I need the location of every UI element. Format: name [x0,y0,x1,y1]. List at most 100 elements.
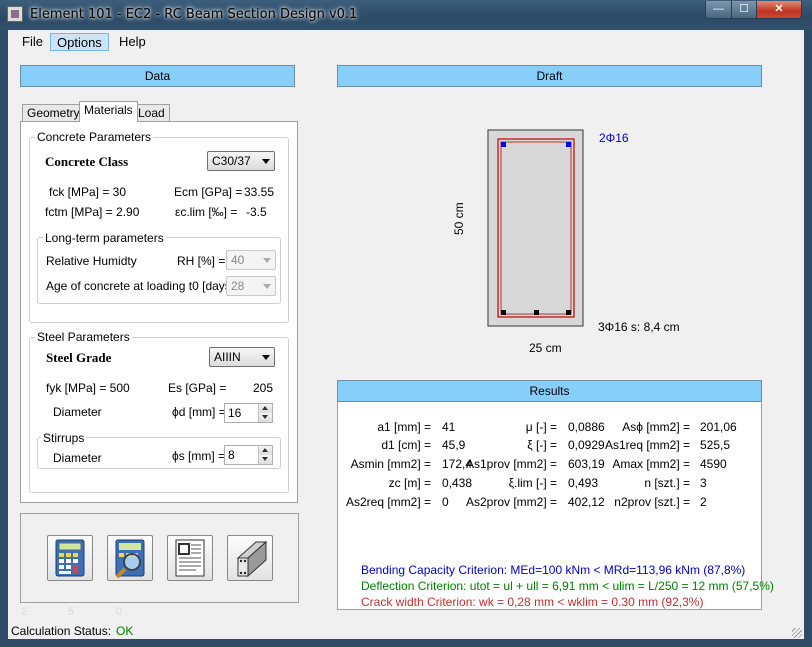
result-value: 525,5 [700,438,731,452]
stirrups-group-label: Stirrups [41,431,87,445]
concrete-group-label: Concrete Parameters [35,130,154,144]
tab-geometry[interactable]: Geometry [22,104,85,122]
steel-group-label: Steel Parameters [35,330,132,344]
fyk-value: fyk [MPa] = 500 [46,381,130,395]
window-title: Element 101 - EC2 - RC Beam Section Desi… [30,7,358,22]
phid-label: ϕd [mm] = [172,405,226,419]
maximize-button[interactable]: ☐ [731,1,757,19]
menu-options[interactable]: Options [50,33,109,51]
es-label: Es [GPa] = [168,381,227,395]
result-label: As2prov [mm2] = [465,495,557,509]
result-value: 402,12 [568,495,605,509]
crack-criterion: Crack width Criterion: wk = 0,28 mm < wk… [361,595,704,609]
inspect-button[interactable] [107,535,153,581]
ecm-label: Ecm [GPa] = [174,185,243,199]
steel-grade-select[interactable]: AIIIN [209,347,275,367]
bottom-rebar [534,310,539,315]
steel-grade-label: Steel Grade [46,350,112,365]
eclim-label: εc.lim [‰] = [175,205,238,219]
top-rebar [566,142,571,147]
result-label: ξ [-] = [527,438,557,452]
result-label: a1 [mm] = [377,420,431,434]
fctm-value: fctm [MPa] = 2.90 [45,205,140,219]
fck-value: fck [MPa] = 30 [49,185,127,199]
result-label: d1 [cm] = [381,438,431,452]
result-label: zc [m] = [388,476,431,490]
top-bars-label: 2Φ16 [599,131,629,145]
result-value: 0,0886 [568,420,605,434]
result-label: ξ.lim [-] = [508,476,557,490]
status-value: OK [116,624,134,638]
section-draft [487,129,584,327]
age-label: Age of concrete at loading t0 [days] = [46,279,245,293]
ghost-number: 2 [21,606,28,618]
result-label: As2req [mm2] = [345,495,431,509]
tab-load[interactable]: Load [133,104,170,122]
result-label: As1req [mm2] = [604,438,690,452]
calculator-icon [55,539,85,577]
menu-file[interactable]: File [16,33,49,51]
result-label: μ [-] = [525,420,557,434]
magnifier-calculator-icon [115,539,145,579]
width-dimension: 25 cm [529,341,562,355]
result-label: Amax [mm2] = [612,457,690,471]
beam-3d-icon [236,540,268,578]
spin-up-icon[interactable] [258,404,272,413]
result-value: 0 [442,495,449,509]
bottom-rebar [501,310,506,315]
data-header: Data [20,65,295,87]
report-button[interactable] [167,535,213,581]
top-rebar [501,142,506,147]
concrete-class-select[interactable]: C30/37 [207,151,275,171]
diameter-label: Diameter [53,405,102,419]
ghost-number: 0 [116,606,123,618]
menu-help[interactable]: Help [113,33,152,51]
result-value: 4590 [700,457,727,471]
result-value: 2 [700,495,707,509]
phis-stepper[interactable]: 8 [224,445,273,465]
results-header: Results [337,380,762,402]
result-value: 0,493 [568,476,599,490]
phis-label: ϕs [mm] = [172,449,226,463]
result-label: n [szt.] = [644,476,690,490]
result-label: n2prov [szt.] = [614,495,690,509]
bottom-bars-label: 3Φ16 s: 8,4 cm [598,320,680,334]
status-label: Calculation Status: [11,624,112,638]
result-value: 0,438 [442,476,473,490]
chevron-down-icon [263,258,271,263]
result-label: As1prov [mm2] = [465,457,557,471]
app-icon[interactable] [7,6,23,22]
close-button[interactable]: ✕ [756,1,802,19]
ghost-number: 5 [68,606,75,618]
minimize-button[interactable]: — [705,1,732,19]
bending-criterion: Bending Capacity Criterion: MEd=100 kNm … [361,563,746,577]
rh-label: Relative Humidty [46,254,137,268]
result-label: Asϕ [mm2] = [622,420,690,434]
age-select[interactable]: 28 [226,276,276,296]
es-value: 205 [253,381,274,395]
ecm-value: 33.55 [244,185,275,199]
result-label: Asmin [mm2] = [350,457,431,471]
result-value: 3 [700,476,707,490]
eclim-value: -3.5 [246,205,267,219]
deflection-criterion: Deflection Criterion: utot = ul + ull = … [361,579,774,593]
rh-unit: RH [%] = [177,254,226,268]
chevron-down-icon [262,159,270,164]
tab-materials[interactable]: Materials [79,101,138,122]
height-dimension: 50 cm [452,202,466,235]
longterm-group-label: Long-term parameters [43,231,166,245]
spin-up-icon[interactable] [258,446,272,455]
result-value: 0,0929 [568,438,605,452]
phid-stepper[interactable]: 16 [224,403,273,423]
chevron-down-icon [263,284,271,289]
section-3d-button[interactable] [227,535,273,581]
result-value: 45,9 [442,438,466,452]
calculate-button[interactable] [47,535,93,581]
result-value: 201,06 [700,420,737,434]
concrete-class-label: Concrete Class [45,154,129,169]
spin-down-icon[interactable] [258,413,272,422]
result-value: 41 [442,420,456,434]
resize-grip-icon[interactable] [792,628,802,638]
spin-down-icon[interactable] [258,455,272,464]
rh-select[interactable]: 40 [226,250,276,270]
